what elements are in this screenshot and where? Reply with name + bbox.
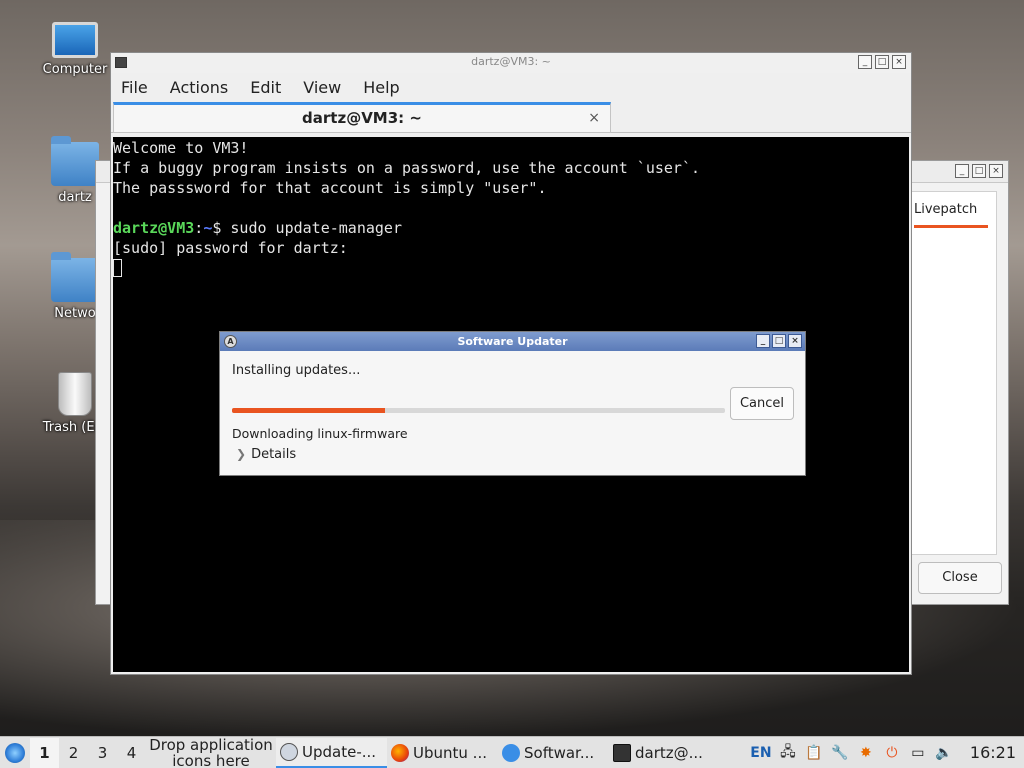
network-icon[interactable]: 🖧 xyxy=(778,743,798,763)
tab-close-icon[interactable]: × xyxy=(588,105,600,131)
terminal-line: The passsword for that account is simply… xyxy=(113,179,547,197)
sudo-prompt-line: [sudo] password for dartz: xyxy=(113,239,348,257)
cancel-button[interactable]: Cancel xyxy=(730,387,794,420)
dialog-titlebar[interactable]: A Software Updater _ □ × xyxy=(220,332,805,351)
task-firefox[interactable]: Ubuntu ... xyxy=(387,738,498,768)
start-menu-button[interactable] xyxy=(0,738,30,768)
ubuntu-power-icon[interactable]: ⏻ xyxy=(882,743,902,763)
network-folder-icon xyxy=(51,252,99,302)
updates-notifier-icon[interactable]: ✸ xyxy=(856,743,876,763)
quicklaunch-drop-area[interactable]: Drop application icons here xyxy=(146,737,276,768)
dialog-title: Software Updater xyxy=(457,335,568,348)
prompt-user: dartz@VM3 xyxy=(113,219,195,237)
close-window-button[interactable]: × xyxy=(989,164,1003,178)
window-title: dartz@VM3: ~ xyxy=(471,55,551,68)
task-label: Softwar... xyxy=(524,743,595,762)
text-cursor xyxy=(113,259,122,277)
install-status: Installing updates... xyxy=(232,363,361,378)
task-terminal[interactable]: dartz@... xyxy=(609,738,720,768)
minimize-button[interactable]: _ xyxy=(756,334,770,348)
terminal-titlebar[interactable]: dartz@VM3: ~ _ □ × xyxy=(111,53,911,73)
keyboard-layout-indicator[interactable]: EN xyxy=(750,743,772,763)
tab-bar: dartz@VM3: ~ × xyxy=(111,101,911,133)
close-button[interactable]: Close xyxy=(918,562,1002,594)
task-update-manager[interactable]: Update-... xyxy=(276,737,387,768)
prompt-symbol: $ xyxy=(212,219,231,237)
download-status: Downloading linux-firmware xyxy=(232,426,408,441)
tools-icon[interactable]: 🔧 xyxy=(830,743,850,763)
prompt-separator: : xyxy=(194,219,204,237)
terminal-tab[interactable]: dartz@VM3: ~ × xyxy=(113,102,611,133)
minimize-button[interactable]: _ xyxy=(955,164,969,178)
progress-bar xyxy=(232,408,725,413)
terminal-line: Welcome to VM3! xyxy=(113,139,249,157)
maximize-button[interactable]: □ xyxy=(875,55,889,69)
desktop-icon-computer[interactable]: Computer xyxy=(30,22,120,77)
trash-icon xyxy=(58,372,92,416)
drop-text: icons here xyxy=(172,751,250,768)
menu-actions[interactable]: Actions xyxy=(170,78,228,97)
minimize-button[interactable]: _ xyxy=(858,55,872,69)
desktop-icon-label: Computer xyxy=(42,62,108,77)
terminal-line: If a buggy program insists on a password… xyxy=(113,159,700,177)
task-label: Update-... xyxy=(302,742,377,761)
clock[interactable]: 16:21 xyxy=(970,743,1016,762)
software-updater-icon xyxy=(280,742,298,761)
clipboard-icon[interactable]: 📋 xyxy=(804,743,824,763)
chevron-right-icon: ❯ xyxy=(236,447,247,461)
drop-text: Drop application xyxy=(149,735,273,754)
taskbar: 1 2 3 4 Drop application icons here Upda… xyxy=(0,736,1024,768)
details-label: Details xyxy=(251,447,297,462)
details-expander[interactable]: ❯ Details xyxy=(236,447,296,462)
desktop-switch-2[interactable]: 2 xyxy=(59,738,88,768)
home-folder-icon xyxy=(51,136,99,186)
prompt-path: ~ xyxy=(203,219,213,237)
desktop-icon[interactable]: ▭ xyxy=(908,743,928,763)
maximize-button[interactable]: □ xyxy=(772,334,786,348)
menu-edit[interactable]: Edit xyxy=(250,78,281,97)
task-label: Ubuntu ... xyxy=(413,743,487,762)
close-window-button[interactable]: × xyxy=(892,55,906,69)
menu-help[interactable]: Help xyxy=(363,78,399,97)
terminal-icon xyxy=(613,743,631,762)
tab-title: dartz@VM3: ~ xyxy=(302,109,422,127)
menubar: File Actions Edit View Help xyxy=(111,73,911,101)
maximize-button[interactable]: □ xyxy=(972,164,986,178)
system-tray: EN 🖧 📋 🔧 ✸ ⏻ ▭ 🔈 16:21 xyxy=(750,743,1024,763)
volume-icon[interactable]: 🔈 xyxy=(934,743,954,763)
task-software-updater[interactable]: Softwar... xyxy=(498,738,609,768)
software-updater-icon: A xyxy=(224,335,237,348)
desktop-switch-1[interactable]: 1 xyxy=(30,737,59,768)
software-updater-dialog: A Software Updater _ □ × Installing upda… xyxy=(219,331,806,476)
firefox-icon xyxy=(391,743,409,762)
desktop-switch-3[interactable]: 3 xyxy=(88,738,117,768)
desktop-switch-4[interactable]: 4 xyxy=(117,738,146,768)
prompt-command: sudo update-manager xyxy=(230,219,402,237)
tab-livepatch[interactable]: Livepatch xyxy=(914,202,988,228)
close-window-button[interactable]: × xyxy=(788,334,802,348)
software-updater-icon xyxy=(502,743,520,762)
task-label: dartz@... xyxy=(635,743,703,762)
menu-view[interactable]: View xyxy=(303,78,341,97)
menu-file[interactable]: File xyxy=(121,78,148,97)
tab-panel: Livepatch xyxy=(911,191,997,555)
cursor-line xyxy=(113,258,909,278)
computer-icon xyxy=(52,22,98,58)
prompt-line: dartz@VM3:~$ sudo update-manager xyxy=(113,218,909,238)
progress-fill xyxy=(232,408,385,413)
lxqt-logo-icon xyxy=(5,742,25,763)
